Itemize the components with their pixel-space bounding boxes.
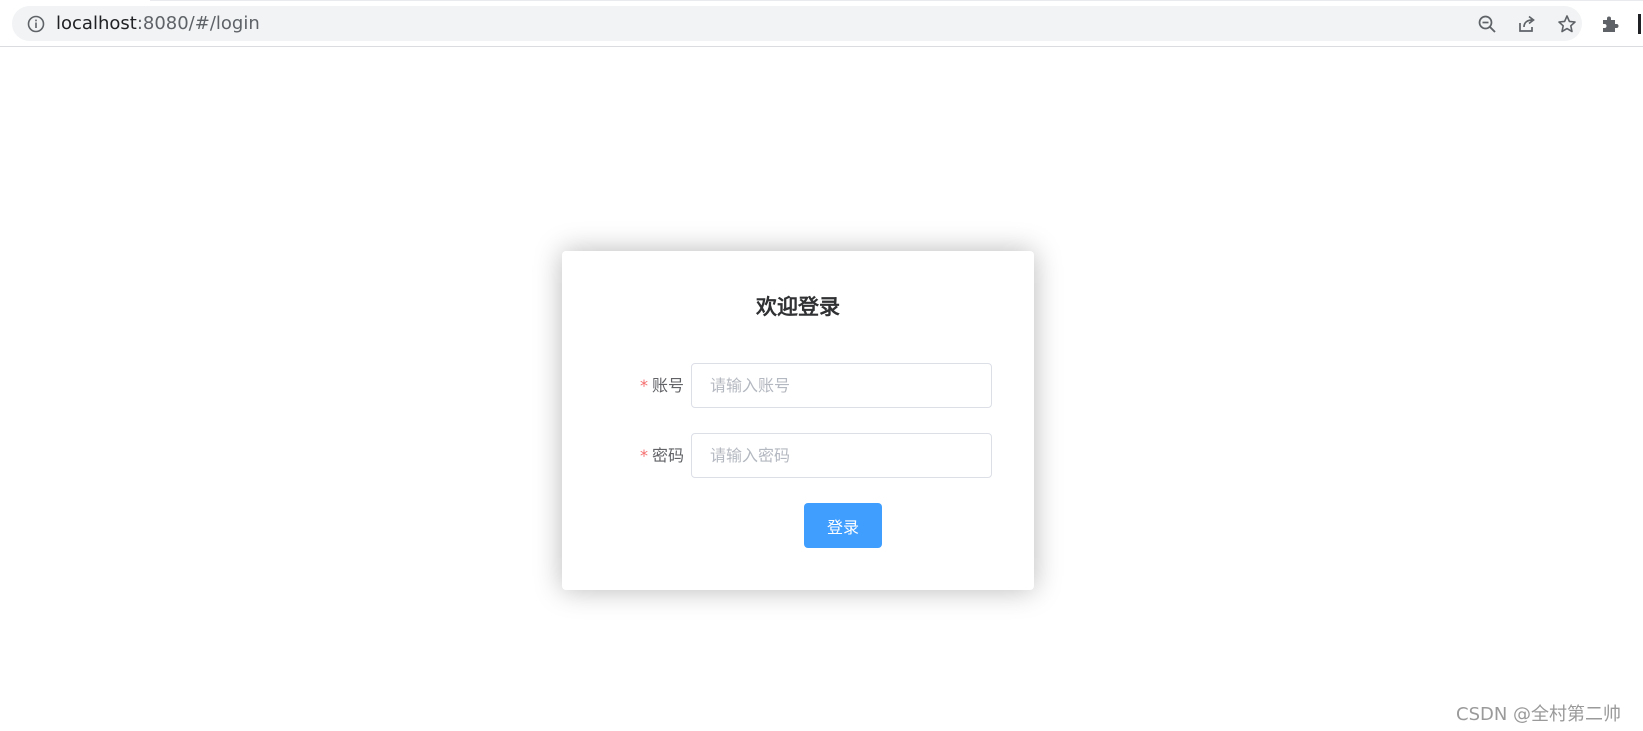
extensions-icon[interactable] [1599,13,1621,35]
zoom-out-icon[interactable] [1477,14,1497,34]
required-mark: * [639,446,648,465]
url-path: :8080/#/login [136,13,260,34]
required-mark: * [639,376,648,395]
side-panel-edge [1638,14,1641,34]
password-input[interactable] [691,433,992,478]
share-icon[interactable] [1517,14,1537,34]
info-icon[interactable] [27,15,45,33]
star-icon[interactable] [1557,14,1577,34]
password-label: * 密码 [640,433,684,478]
account-input[interactable] [691,363,992,408]
url-text[interactable]: localhost:8080/#/login [56,14,260,34]
login-card: 欢迎登录 *账号 *密码 登录 [562,251,1034,590]
url-host: localhost [56,13,137,34]
account-label-text: 账号 [651,376,684,395]
browser-toolbar: localhost:8080/#/login [0,0,1643,47]
address-bar[interactable]: localhost:8080/#/login [12,6,1582,41]
account-label: * 账号 [640,363,684,408]
watermark: CSDN @全村第二帅 [1456,704,1622,725]
password-label-text: 密码 [651,446,684,465]
password-row: * 密码 [562,433,1034,478]
account-row: * 账号 [562,363,1034,408]
login-title: 欢迎登录 [756,295,840,319]
login-button[interactable]: 登录 [804,503,882,548]
